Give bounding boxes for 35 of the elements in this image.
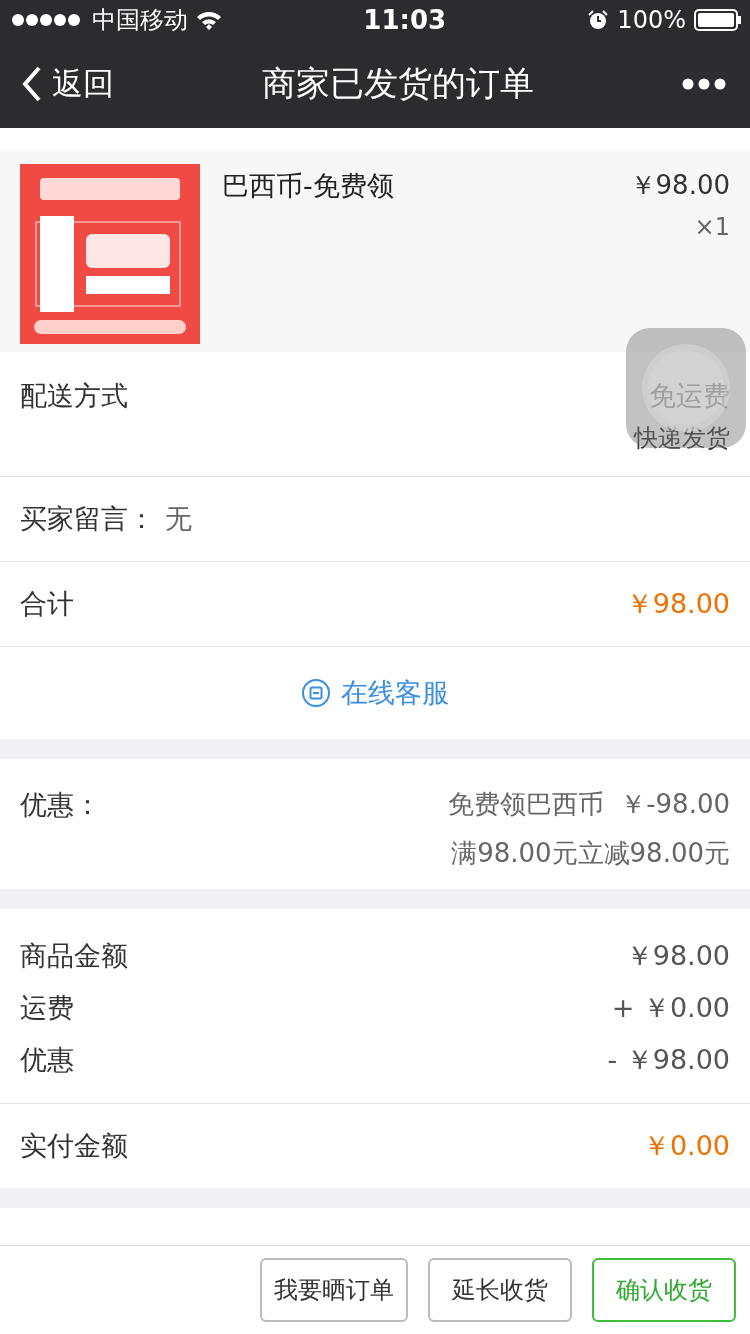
- delivery-value: 快递发货: [634, 423, 730, 454]
- page-title: 商家已发货的订单: [262, 62, 534, 105]
- wifi-icon: [196, 10, 222, 30]
- floating-button[interactable]: [626, 328, 746, 448]
- action-button[interactable]: 延长收货: [428, 1258, 572, 1322]
- amount-label: 运费: [20, 991, 74, 1025]
- product-card[interactable]: 巴西币-免费领 ￥98.00 ×1: [0, 150, 750, 352]
- field-label: 实付金额: [20, 1129, 128, 1163]
- back-button[interactable]: 返回: [22, 63, 114, 105]
- back-icon: [22, 66, 42, 102]
- field-label: 配送方式: [20, 379, 128, 413]
- discount-detail: 满98.00元立减98.00元: [450, 837, 730, 870]
- field-label: 合计: [20, 587, 74, 621]
- field-label: 优惠：: [20, 788, 101, 822]
- discount-detail: 免费领巴西币 ￥-98.00: [447, 788, 730, 821]
- amount-value: - ￥98.00: [607, 1043, 730, 1077]
- battery-percent: 100%: [617, 6, 686, 34]
- amount-value: ￥98.00: [625, 939, 730, 973]
- amount-label: 优惠: [20, 1043, 74, 1077]
- alarm-icon: [587, 9, 610, 31]
- carrier-name: 中国移动: [92, 5, 188, 36]
- product-price: ￥98.00: [629, 169, 730, 202]
- product-name: 巴西币-免费领: [222, 169, 394, 203]
- action-button[interactable]: 我要晒订单: [260, 1258, 408, 1322]
- status-time: 11:03: [363, 5, 447, 35]
- message-value: 无: [165, 502, 192, 536]
- total-amount: ￥98.00: [625, 587, 730, 621]
- amount-value: + ￥0.00: [611, 991, 730, 1025]
- more-icon[interactable]: [682, 78, 726, 90]
- field-label: 买家留言：: [20, 502, 155, 536]
- product-quantity: ×1: [693, 213, 730, 241]
- chat-icon: [301, 678, 331, 708]
- battery-icon: [694, 9, 742, 31]
- amount-label: 商品金额: [20, 939, 128, 973]
- paid-amount: ￥0.00: [642, 1129, 730, 1163]
